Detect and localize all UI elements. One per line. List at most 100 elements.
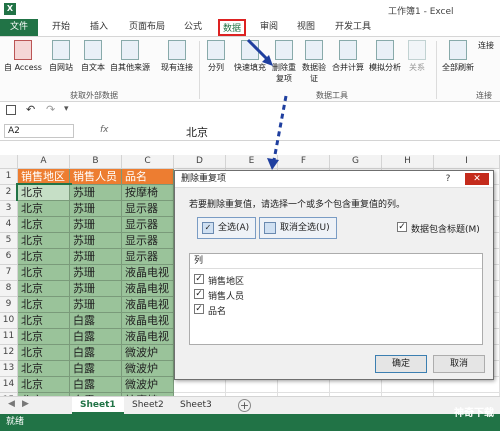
name-box[interactable]: A2 — [4, 124, 74, 138]
table-cell[interactable]: 苏珊 — [70, 217, 122, 233]
row-header[interactable]: 14 — [0, 377, 18, 393]
tab-view[interactable]: 视图 — [293, 19, 319, 36]
table-cell[interactable]: 北京 — [18, 329, 70, 345]
table-cell[interactable]: 北京 — [18, 265, 70, 281]
close-button[interactable]: ✕ — [465, 173, 489, 185]
table-cell[interactable]: 微波炉 — [122, 345, 174, 361]
customize-qat-icon[interactable]: ▾ — [64, 104, 69, 114]
table-cell[interactable]: 苏珊 — [70, 297, 122, 313]
table-cell[interactable]: 北京 — [18, 249, 70, 265]
table-cell[interactable]: 白露 — [70, 313, 122, 329]
data-validation-button[interactable]: 数据验证 — [300, 40, 328, 84]
column-header[interactable]: E — [226, 155, 278, 169]
row-header[interactable]: 9 — [0, 297, 18, 313]
table-cell[interactable]: 品名 — [122, 169, 174, 185]
redo-icon[interactable]: ↷ — [46, 103, 55, 116]
cancel-button[interactable]: 取消 — [433, 355, 485, 373]
column-header[interactable]: G — [330, 155, 382, 169]
unselect-all-button[interactable]: 取消全选(U) — [259, 217, 337, 239]
table-cell[interactable]: 液晶电视 — [122, 329, 174, 345]
row-header[interactable]: 8 — [0, 281, 18, 297]
scroll-right-icon[interactable]: ▶ — [22, 399, 29, 409]
table-cell[interactable]: 液晶电视 — [122, 297, 174, 313]
row-header[interactable]: 3 — [0, 201, 18, 217]
tab-review[interactable]: 审阅 — [256, 19, 282, 36]
table-cell[interactable]: 显示器 — [122, 217, 174, 233]
table-cell[interactable]: 白露 — [70, 329, 122, 345]
table-cell[interactable]: 北京 — [18, 201, 70, 217]
remove-duplicates-button[interactable]: 删除重复项 — [270, 40, 298, 84]
row-header[interactable]: 11 — [0, 329, 18, 345]
table-cell[interactable]: 按摩椅 — [122, 185, 174, 201]
table-cell[interactable]: 白露 — [70, 361, 122, 377]
table-cell[interactable]: 白露 — [70, 345, 122, 361]
table-cell[interactable]: 苏珊 — [70, 249, 122, 265]
column-header[interactable]: F — [278, 155, 330, 169]
row-header[interactable]: 1 — [0, 169, 18, 185]
tab-insert[interactable]: 插入 — [86, 19, 112, 36]
column-header[interactable]: A — [18, 155, 70, 169]
consolidate-button[interactable]: 合并计算 — [330, 40, 366, 73]
column-checkbox[interactable]: ✓ — [194, 304, 204, 314]
column-checkbox[interactable]: ✓ — [194, 289, 204, 299]
table-cell[interactable]: 液晶电视 — [122, 313, 174, 329]
from-text-button[interactable]: 自文本 — [78, 40, 108, 73]
row-header[interactable]: 7 — [0, 265, 18, 281]
tab-page-layout[interactable]: 页面布局 — [125, 19, 169, 36]
table-cell[interactable]: 销售人员 — [70, 169, 122, 185]
help-button[interactable]: ? — [441, 173, 455, 185]
row-header[interactable]: 6 — [0, 249, 18, 265]
table-cell[interactable]: 北京 — [18, 233, 70, 249]
column-header[interactable]: B — [70, 155, 122, 169]
tab-data[interactable]: 数据 — [218, 19, 246, 36]
tab-home[interactable]: 开始 — [48, 19, 74, 36]
table-cell[interactable]: 北京 — [18, 361, 70, 377]
table-cell[interactable]: 微波炉 — [122, 361, 174, 377]
column-header[interactable]: C — [122, 155, 174, 169]
scroll-left-icon[interactable]: ◀ — [8, 399, 15, 409]
flash-fill-button[interactable]: 快速填充 — [231, 40, 269, 73]
row-header[interactable]: 12 — [0, 345, 18, 361]
table-cell[interactable]: 北京 — [18, 297, 70, 313]
column-checkbox[interactable]: ✓ — [194, 274, 204, 284]
table-cell[interactable]: 显示器 — [122, 249, 174, 265]
from-web-button[interactable]: 自网站 — [46, 40, 76, 73]
table-cell[interactable]: 白露 — [70, 377, 122, 393]
from-access-button[interactable]: 自 Access — [4, 40, 42, 73]
table-cell[interactable]: 苏珊 — [70, 185, 122, 201]
has-headers-checkbox[interactable]: ✓ — [397, 222, 407, 232]
table-cell[interactable]: 微波炉 — [122, 377, 174, 393]
column-header[interactable]: I — [434, 155, 500, 169]
table-cell[interactable]: 北京 — [18, 377, 70, 393]
tab-file[interactable]: 文件 — [0, 19, 38, 36]
row-header[interactable]: 4 — [0, 217, 18, 233]
undo-icon[interactable]: ↶ — [26, 103, 35, 116]
table-cell[interactable]: 苏珊 — [70, 265, 122, 281]
table-cell[interactable]: 北京 — [18, 281, 70, 297]
table-cell[interactable]: 苏珊 — [70, 201, 122, 217]
row-header[interactable]: 5 — [0, 233, 18, 249]
tab-developer[interactable]: 开发工具 — [331, 19, 375, 36]
table-cell[interactable]: 北京 — [16, 183, 72, 203]
table-cell[interactable]: 液晶电视 — [122, 281, 174, 297]
row-header[interactable]: 10 — [0, 313, 18, 329]
refresh-all-button[interactable]: 全部刷新 — [440, 40, 476, 73]
table-cell[interactable]: 苏珊 — [70, 233, 122, 249]
sheet-tab-sheet3[interactable]: Sheet3 — [172, 397, 220, 414]
text-to-columns-button[interactable]: 分列 — [204, 40, 228, 73]
table-cell[interactable]: 北京 — [18, 313, 70, 329]
column-header[interactable]: H — [382, 155, 434, 169]
tab-formulas[interactable]: 公式 — [180, 19, 206, 36]
relationships-button[interactable]: 关系 — [404, 40, 430, 73]
ok-button[interactable]: 确定 — [375, 355, 427, 373]
row-header[interactable]: 13 — [0, 361, 18, 377]
table-cell[interactable]: 北京 — [18, 217, 70, 233]
row-header[interactable]: 2 — [0, 185, 18, 201]
from-other-sources-button[interactable]: 自其他来源 — [108, 40, 152, 73]
table-cell[interactable]: 苏珊 — [70, 281, 122, 297]
table-cell[interactable]: 销售地区 — [18, 169, 70, 185]
select-all-button[interactable]: ✓ 全选(A) — [197, 217, 257, 239]
select-all-corner[interactable] — [0, 155, 18, 169]
existing-connections-button[interactable]: 现有连接 — [158, 40, 196, 73]
table-cell[interactable]: 液晶电视 — [122, 265, 174, 281]
